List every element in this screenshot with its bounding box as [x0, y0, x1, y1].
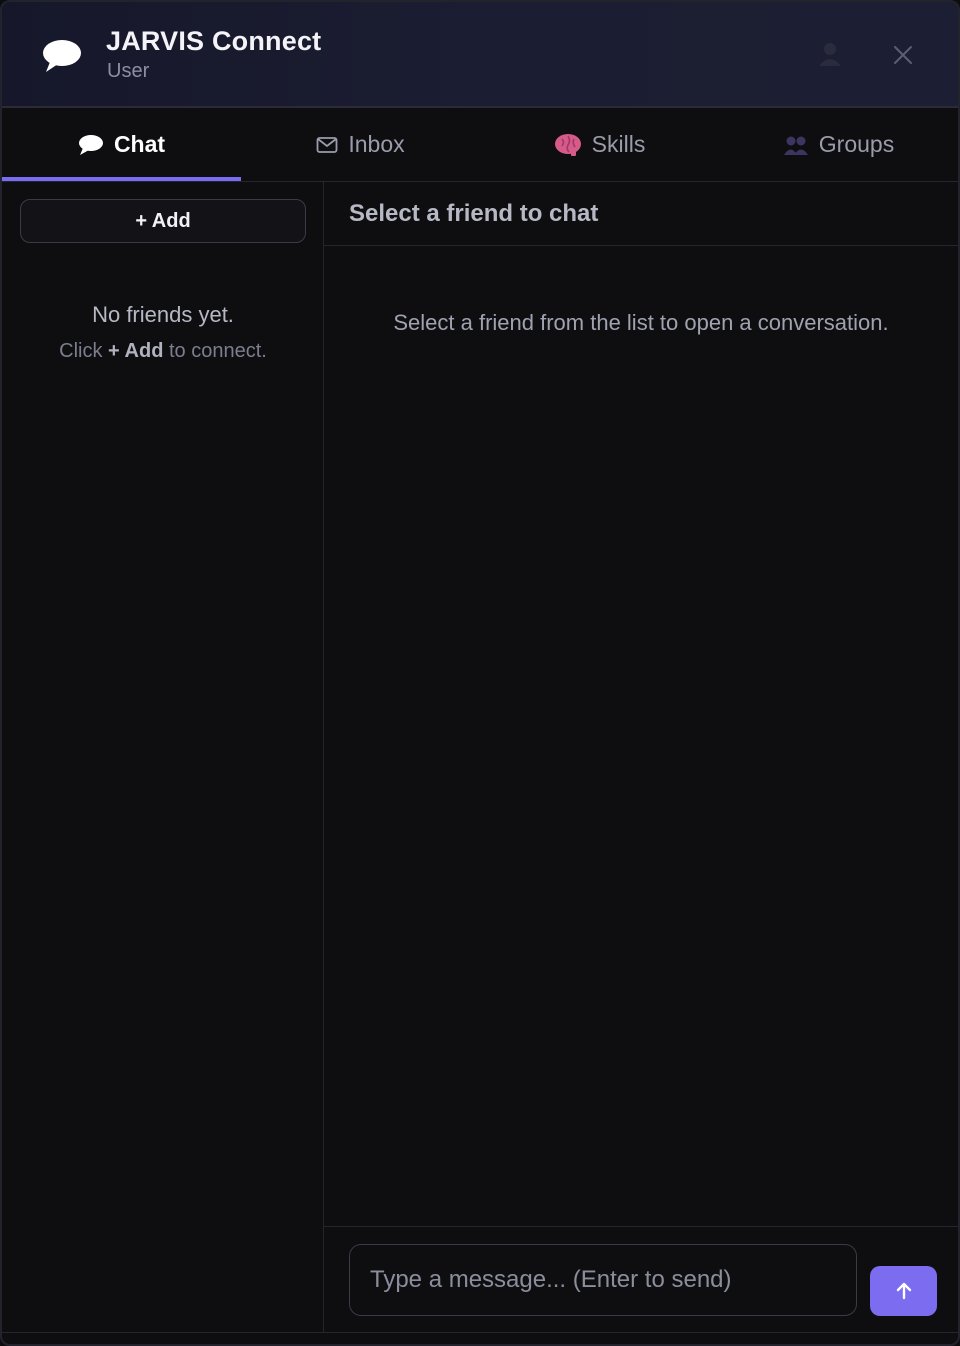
friends-sidebar: + Add No friends yet. Click + Add to con…	[2, 182, 324, 1332]
tab-chat-label: Chat	[113, 131, 166, 157]
no-conversation-message: Select a friend from the list to open a …	[393, 310, 889, 335]
add-friend-button[interactable]: + Add	[20, 199, 306, 243]
empty-friends-hint: Click + Add to connect.	[2, 340, 324, 363]
conversation-panel: Select a friend to chat Select a friend …	[324, 182, 958, 1332]
tab-groups[interactable]: Groups	[719, 108, 958, 181]
user-icon[interactable]	[816, 40, 844, 68]
app-window: JARVIS Connect User Chat Inbox Skills Gr…	[0, 0, 960, 1346]
hint-add-label: + Add	[108, 340, 164, 362]
people-icon	[783, 136, 808, 155]
tab-chat[interactable]: Chat	[2, 108, 241, 181]
tab-inbox[interactable]: Inbox	[241, 108, 480, 181]
conversation-header: Select a friend to chat	[324, 182, 958, 246]
conversation-heading: Select a friend to chat	[349, 199, 599, 227]
empty-friends-title: No friends yet.	[92, 302, 234, 327]
tab-skills[interactable]: Skills	[480, 108, 719, 181]
hint-prefix: Click	[59, 340, 109, 362]
brain-icon	[554, 133, 581, 156]
hint-suffix: to connect.	[163, 340, 267, 362]
arrow-up-icon	[896, 1282, 911, 1300]
envelope-icon	[316, 136, 338, 153]
close-icon[interactable]	[888, 40, 918, 70]
speech-bubble-icon	[43, 40, 81, 72]
app-header: JARVIS Connect User	[2, 2, 958, 108]
user-role-label: User	[107, 60, 150, 82]
send-button[interactable]	[870, 1266, 937, 1316]
tab-groups-label: Groups	[818, 131, 895, 157]
window-footer	[2, 1332, 958, 1344]
speech-bubble-icon	[78, 134, 103, 155]
tab-inbox-label: Inbox	[348, 131, 405, 157]
message-composer	[324, 1226, 958, 1332]
tab-bar: Chat Inbox Skills Groups	[2, 108, 958, 182]
app-title: JARVIS Connect	[106, 26, 322, 56]
tab-skills-label: Skills	[591, 131, 646, 157]
message-input[interactable]	[349, 1244, 857, 1316]
